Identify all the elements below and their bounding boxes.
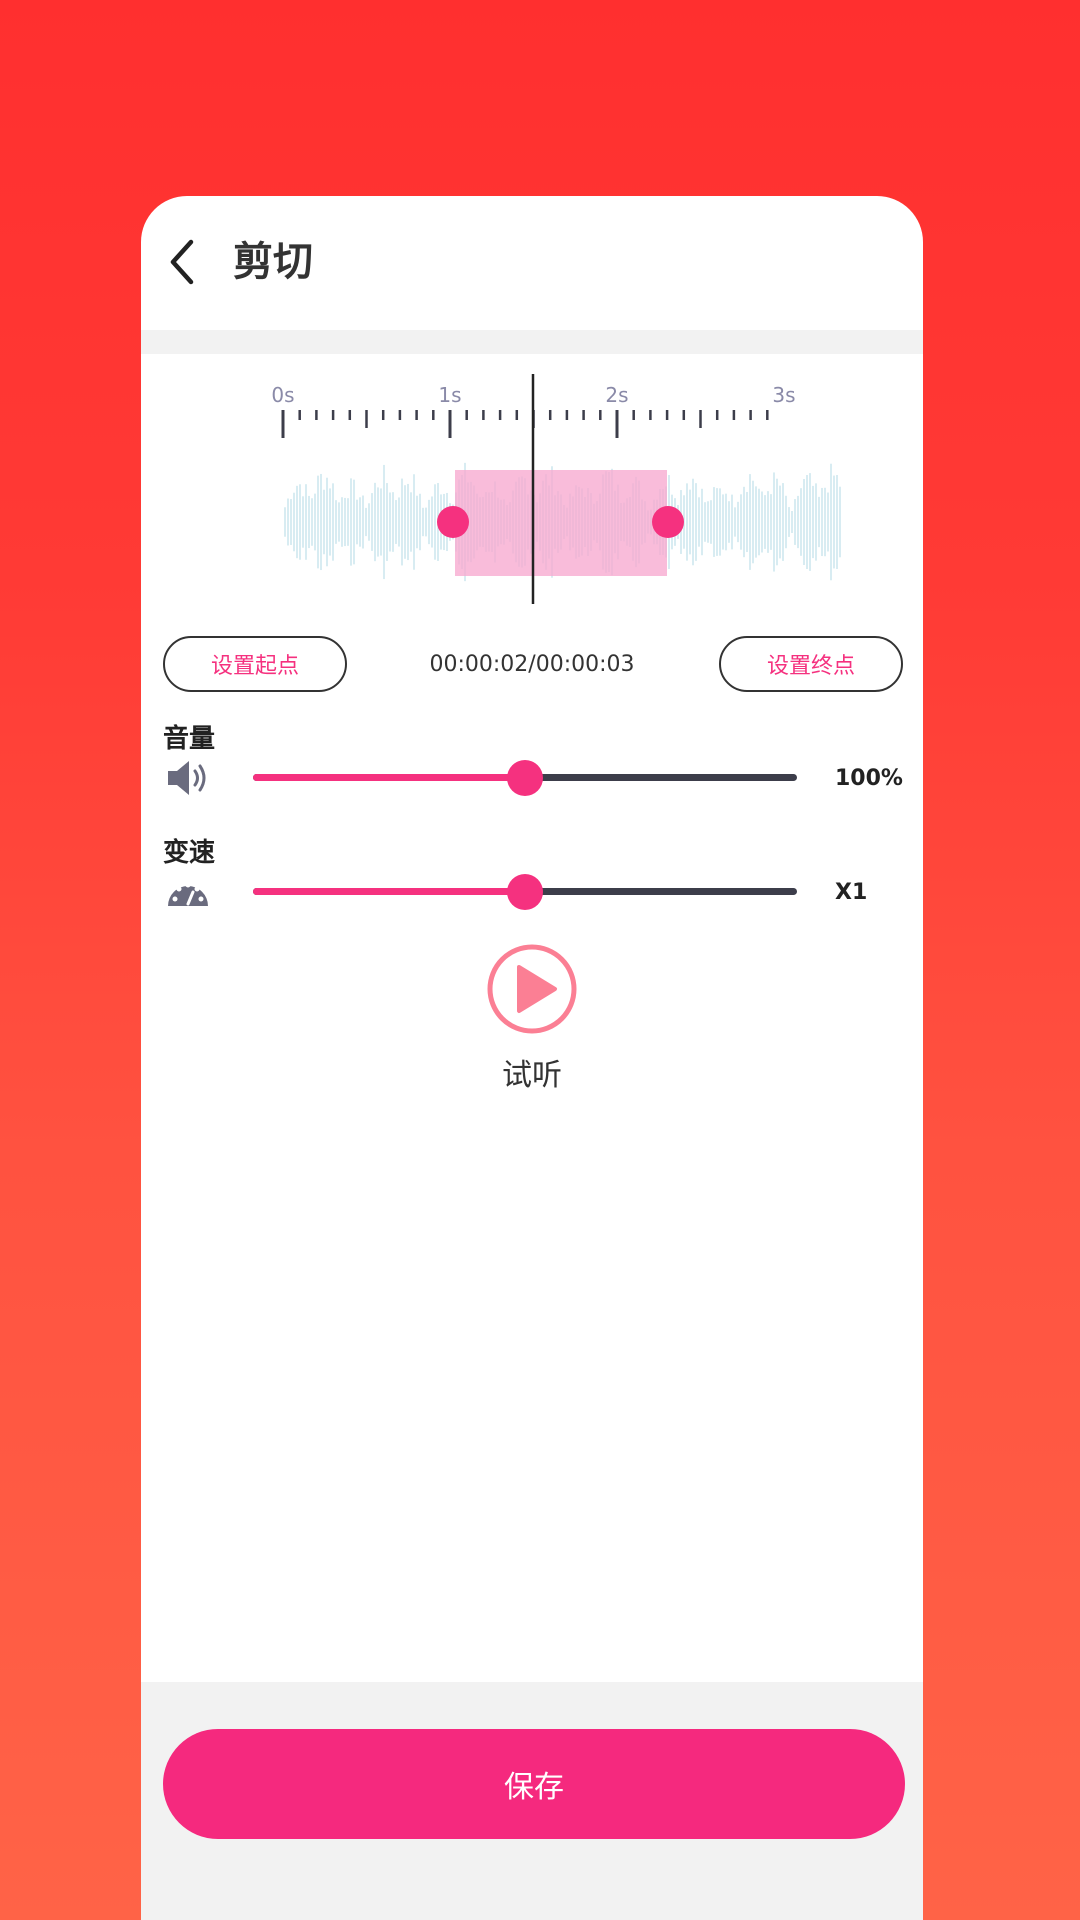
start-handle[interactable] xyxy=(437,506,469,538)
speedometer-icon xyxy=(165,872,211,912)
tick-label-2s: 2s xyxy=(605,383,628,407)
waveform-canvas[interactable]: 0s 1s 2s 3s xyxy=(141,354,923,624)
volume-label: 音量 xyxy=(163,724,216,754)
end-handle[interactable] xyxy=(652,506,684,538)
editor-panel: 剪切 0s 1s 2s 3s 设置起点 00:00:02/00:00:03 设置… xyxy=(141,196,923,1920)
divider xyxy=(141,330,923,354)
volume-fill xyxy=(253,774,525,781)
tick-label-0s: 0s xyxy=(271,383,294,407)
preview-play-button[interactable] xyxy=(486,943,578,1035)
play-icon xyxy=(487,944,577,1034)
speaker-icon xyxy=(165,758,211,798)
selection-range[interactable] xyxy=(455,470,667,576)
tick-label-3s: 3s xyxy=(772,383,795,407)
speed-label: 变速 xyxy=(163,838,216,868)
preview-label: 试听 xyxy=(502,1058,562,1093)
chevron-left-icon xyxy=(170,239,194,285)
set-start-button[interactable]: 设置起点 xyxy=(163,636,347,692)
page-title: 剪切 xyxy=(233,239,313,285)
volume-slider[interactable] xyxy=(253,760,797,796)
time-ruler xyxy=(281,410,769,438)
speed-slider[interactable] xyxy=(253,874,797,910)
header: 剪切 xyxy=(141,196,923,330)
volume-value: 100% xyxy=(835,766,903,791)
waveform-editor[interactable]: 0s 1s 2s 3s xyxy=(141,354,923,654)
speed-fill xyxy=(253,888,525,895)
tick-label-1s: 1s xyxy=(438,383,461,407)
time-readout: 00:00:02/00:00:03 xyxy=(429,652,635,677)
back-button[interactable] xyxy=(155,232,215,292)
speed-knob[interactable] xyxy=(507,874,543,910)
save-button[interactable]: 保存 xyxy=(163,1729,905,1839)
set-end-button[interactable]: 设置终点 xyxy=(719,636,903,692)
speed-value: X1 xyxy=(835,880,868,905)
volume-knob[interactable] xyxy=(507,760,543,796)
